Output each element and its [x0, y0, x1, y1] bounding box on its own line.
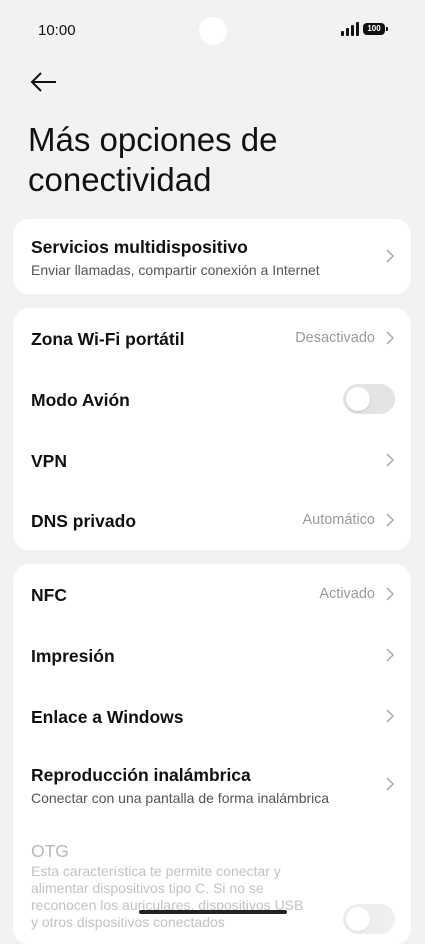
chevron-right-icon: [386, 777, 395, 791]
back-button[interactable]: [28, 66, 60, 98]
row-otg: OTG Esta característica te permite conec…: [13, 826, 411, 944]
airplane-mode-toggle[interactable]: [343, 384, 395, 414]
row-title: Zona Wi-Fi portátil: [31, 329, 185, 349]
status-bar: 10:00 100: [0, 0, 425, 60]
battery-icon: 100: [363, 23, 388, 35]
otg-toggle: [343, 904, 395, 934]
status-time: 10:00: [38, 22, 76, 39]
row-subtitle: Enviar llamadas, compartir conexión a In…: [31, 262, 320, 278]
chevron-right-icon: [386, 648, 395, 662]
row-vpn[interactable]: VPN: [13, 429, 411, 490]
card-network: Zona Wi-Fi portátil Desactivado Modo Avi…: [13, 308, 411, 550]
row-title: Impresión: [31, 646, 115, 666]
chevron-right-icon: [386, 587, 395, 601]
row-value: Desactivado: [295, 330, 375, 346]
row-value: Automático: [302, 512, 375, 528]
chevron-right-icon: [386, 709, 395, 723]
row-subtitle: Esta característica te permite conectar …: [31, 863, 304, 930]
row-title: Modo Avión: [31, 390, 130, 410]
chevron-right-icon: [386, 249, 395, 263]
card-multidevice: Servicios multidispositivo Enviar llamad…: [13, 219, 411, 294]
row-title: Enlace a Windows: [31, 707, 184, 727]
row-hotspot[interactable]: Zona Wi-Fi portátil Desactivado: [13, 308, 411, 368]
front-camera: [199, 17, 227, 45]
row-printing[interactable]: Impresión: [13, 624, 411, 685]
row-title: NFC: [31, 585, 67, 605]
row-title: Reproducción inalámbrica: [31, 765, 251, 785]
chevron-right-icon: [386, 453, 395, 467]
row-link-to-windows[interactable]: Enlace a Windows: [13, 685, 411, 746]
card-connections: NFC Activado Impresión Enlace a Windows …: [13, 564, 411, 944]
home-indicator[interactable]: [139, 910, 287, 914]
row-title: VPN: [31, 451, 67, 471]
row-private-dns[interactable]: DNS privado Automático: [13, 490, 411, 550]
row-subtitle: Conectar con una pantalla de forma inalá…: [31, 790, 330, 806]
row-airplane-mode: Modo Avión: [13, 368, 411, 429]
chevron-right-icon: [386, 331, 395, 345]
row-value: Activado: [319, 586, 375, 602]
signal-icon: [341, 22, 359, 36]
page-title: Más opciones de conectividad: [28, 121, 278, 198]
row-multidevice-services[interactable]: Servicios multidispositivo Enviar llamad…: [13, 219, 411, 294]
back-arrow-icon: [30, 72, 56, 92]
row-title: Servicios multidispositivo: [31, 237, 248, 257]
row-title: OTG: [31, 841, 69, 861]
row-nfc[interactable]: NFC Activado: [13, 564, 411, 624]
row-title: DNS privado: [31, 511, 137, 531]
chevron-right-icon: [386, 513, 395, 527]
row-wireless-display[interactable]: Reproducción inalámbrica Conectar con un…: [13, 746, 411, 826]
